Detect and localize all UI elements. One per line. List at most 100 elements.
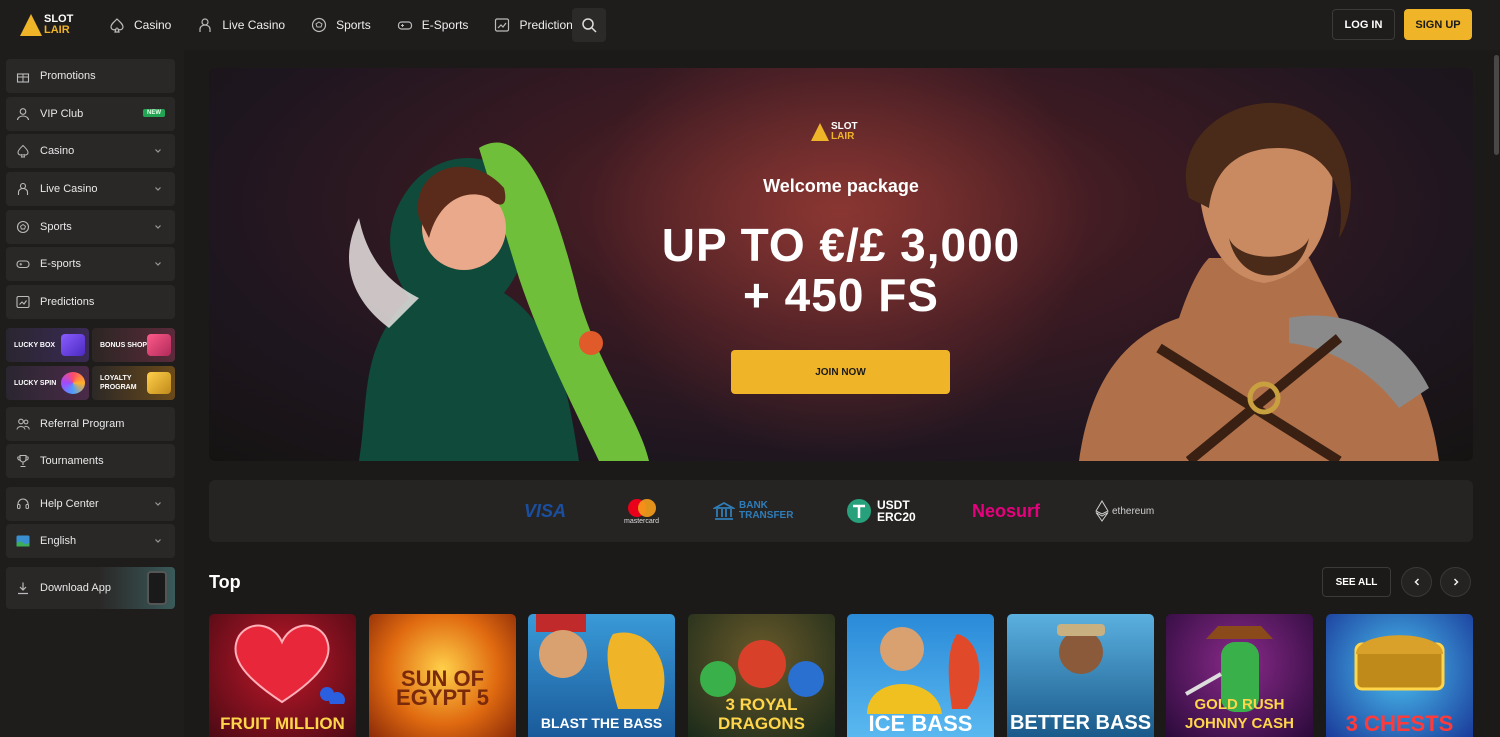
dealer-icon (17, 182, 29, 195)
nav-casino[interactable]: Casino (100, 0, 180, 50)
tile-lucky-box[interactable]: LUCKY BOX (6, 328, 89, 362)
sidebar-item-label: Sports (40, 221, 72, 233)
sidebar-item-label: E-sports (40, 258, 81, 270)
game-card[interactable]: ICE BASS (847, 614, 994, 737)
game-title: 3 ROYAL DRAGONS (718, 695, 805, 733)
game-title: 3 CHESTS (1345, 711, 1454, 736)
chevron-down-icon (155, 262, 161, 266)
spade-icon (17, 144, 29, 158)
signup-button[interactable]: SIGN UP (1404, 9, 1472, 40)
gift-box-icon (61, 334, 85, 356)
tile-label: BONUS SHOP (100, 341, 148, 349)
nav-predictions-label: Predictions (519, 18, 579, 32)
mastercard-label: mastercard (624, 517, 660, 525)
sidebar-item-casino[interactable]: Casino (6, 134, 175, 168)
sidebar-item-label: Referral Program (40, 418, 125, 430)
users-icon (16, 418, 30, 430)
neosurf-logo: Neosurf (972, 500, 1041, 521)
game-card[interactable]: FRUIT MILLION (209, 614, 356, 737)
game-card[interactable]: BETTER BASS (1007, 614, 1154, 737)
see-all-button[interactable]: SEE ALL (1322, 567, 1391, 597)
game-card[interactable]: 3 ROYAL DRAGONS (688, 614, 835, 737)
hero-banner: SLOT LAIR Welcome package UP TO €/£ 3,000… (209, 68, 1473, 461)
sidebar-item-label: English (40, 535, 77, 547)
sidebar-item-label: Download App (40, 582, 111, 594)
chevron-down-icon (155, 225, 161, 229)
chart-icon (16, 295, 30, 309)
payment-methods-bar: VISA mastercard BANK TRANSFER USDT ERC20… (209, 480, 1473, 542)
chevron-down-icon (155, 149, 161, 153)
join-now-button[interactable]: JOIN NOW (731, 350, 950, 394)
tether-icon (847, 499, 871, 523)
search-button[interactable] (572, 8, 606, 42)
chart-icon (495, 18, 510, 32)
nav-esports[interactable]: E-Sports (388, 0, 478, 50)
sidebar: Promotions VIP Club NEW Casino Live Casi… (0, 50, 184, 737)
nav-casino-label: Casino (134, 18, 172, 32)
carousel-next-button[interactable] (1440, 567, 1471, 597)
game-title: BLAST THE BASS (540, 715, 663, 731)
tile-loyalty-program[interactable]: LOYALTY PROGRAM (92, 366, 175, 400)
tile-label: LUCKY SPIN (14, 379, 57, 387)
spade-icon (110, 18, 124, 33)
nav-live-casino[interactable]: Live Casino (188, 0, 294, 50)
sidebar-item-sports[interactable]: Sports (6, 210, 175, 244)
sidebar-item-label: Predictions (40, 296, 95, 308)
tile-bonus-shop[interactable]: BONUS SHOP (92, 328, 175, 362)
hero-title-line1: UP TO €/£ 3,000 (661, 219, 1021, 271)
ethereum-icon (1095, 500, 1109, 522)
chevron-down-icon (155, 502, 161, 506)
sidebar-item-label: Live Casino (40, 183, 98, 195)
chevron-left-icon (1413, 578, 1419, 586)
language-selector[interactable]: English (6, 524, 175, 558)
tile-label: LUCKY BOX (14, 341, 56, 349)
soccer-ball-icon (16, 220, 30, 234)
sidebar-item-label: Promotions (40, 70, 96, 82)
game-title: FRUIT MILLION (220, 714, 345, 733)
ice-fisherman-illustration (867, 627, 980, 714)
main-nav: Casino Live Casino Sports E-Sports Predi… (100, 0, 596, 50)
chevron-down-icon (155, 539, 161, 543)
sidebar-item-label: VIP Club (40, 108, 84, 120)
game-card[interactable]: 3 CHESTS (1326, 614, 1473, 737)
carousel-prev-button[interactable] (1401, 567, 1432, 597)
headset-icon (17, 498, 29, 509)
phone-icon (147, 571, 167, 605)
sidebar-item-label: Tournaments (40, 455, 104, 467)
login-button[interactable]: LOG IN (1332, 9, 1395, 40)
game-title: GOLD RUSH JOHNNY CASH (1185, 696, 1294, 732)
ethereum-label: ethereum (1112, 505, 1155, 517)
nav-live-casino-label: Live Casino (222, 18, 286, 32)
fisherman-fish-illustration (536, 614, 665, 709)
flag-icon (16, 535, 30, 547)
sidebar-item-help-center[interactable]: Help Center (6, 487, 175, 521)
game-card[interactable]: BLAST THE BASS (528, 614, 675, 737)
game-title: BETTER BASS (1009, 712, 1152, 734)
gamepad-icon (16, 260, 30, 269)
user-icon (16, 108, 30, 121)
shopping-bag-icon (147, 334, 171, 356)
sidebar-item-label: Help Center (40, 498, 99, 510)
game-title: SUN OF EGYPT 5 (396, 666, 489, 710)
game-title: ICE BASS (868, 711, 973, 736)
game-card[interactable]: SUN OF EGYPT 5 (369, 614, 516, 737)
sidebar-item-esports[interactable]: E-sports (6, 247, 175, 281)
nav-sports[interactable]: Sports (302, 0, 380, 50)
mastercard-circles-icon (627, 498, 656, 517)
tile-lucky-spin[interactable]: LUCKY SPIN (6, 366, 89, 400)
download-app-button[interactable]: Download App (6, 567, 175, 609)
logo-mark-icon (811, 123, 829, 141)
sidebar-item-tournaments[interactable]: Tournaments (6, 444, 175, 478)
page-scrollbar[interactable] (1494, 55, 1499, 155)
ethereum-logo: ethereum (1095, 480, 1154, 542)
sidebar-item-predictions[interactable]: Predictions (6, 285, 175, 319)
brand-logo[interactable]: SLOT LAIR (20, 11, 80, 39)
sidebar-item-promotions[interactable]: Promotions (6, 59, 175, 93)
sidebar-item-vip-club[interactable]: VIP Club NEW (6, 97, 175, 131)
game-card[interactable]: GOLD RUSH JOHNNY CASH (1166, 614, 1313, 737)
sidebar-item-live-casino[interactable]: Live Casino (6, 172, 175, 206)
new-badge: NEW (143, 109, 165, 117)
chevron-right-icon (1453, 578, 1459, 586)
bank-icon (713, 501, 735, 520)
sidebar-item-referral-program[interactable]: Referral Program (6, 407, 175, 441)
